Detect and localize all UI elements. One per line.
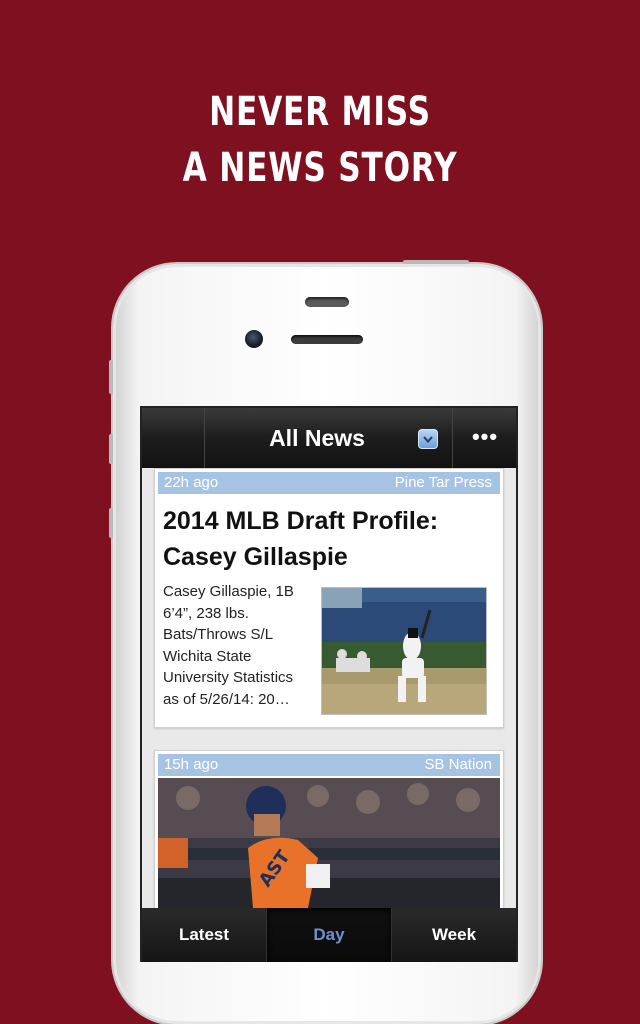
news-feed[interactable]: 22h ago Pine Tar Press 2014 MLB Draft Pr… bbox=[142, 468, 516, 932]
nav-title[interactable]: All News bbox=[242, 425, 392, 452]
promo-headline: NEVER MISS A NEWS STORY bbox=[70, 84, 569, 196]
story-meta-bar: 15h ago SB Nation bbox=[158, 754, 500, 776]
story-summary: Casey Gillaspie, 1B 6’4”, 238 lbs. Bats/… bbox=[163, 583, 294, 708]
story-card[interactable]: 15h ago SB Nation AST bbox=[154, 750, 504, 932]
story-age: 15h ago bbox=[164, 756, 219, 773]
front-camera bbox=[245, 330, 263, 348]
story-meta-bar: 22h ago Pine Tar Press bbox=[158, 472, 500, 494]
story-title[interactable]: 2014 MLB Draft Profile: Casey Gillaspie bbox=[163, 503, 493, 575]
tab-latest[interactable]: Latest bbox=[142, 908, 267, 962]
promo-line-2: A NEWS STORY bbox=[182, 145, 458, 191]
mute-switch bbox=[109, 360, 113, 394]
chevron-down-icon[interactable] bbox=[418, 429, 438, 449]
more-options-button[interactable]: ••• bbox=[454, 424, 516, 450]
top-speaker bbox=[305, 297, 349, 307]
tab-day[interactable]: Day bbox=[267, 908, 392, 962]
navigation-bar: All News ••• bbox=[142, 408, 516, 468]
volume-up-button bbox=[109, 434, 113, 464]
power-button bbox=[403, 260, 469, 264]
story-source[interactable]: SB Nation bbox=[424, 754, 492, 776]
nav-divider bbox=[452, 408, 453, 468]
promo-line-1: NEVER MISS bbox=[209, 89, 431, 135]
story-card[interactable]: 22h ago Pine Tar Press 2014 MLB Draft Pr… bbox=[154, 468, 504, 728]
earpiece bbox=[291, 335, 363, 344]
tab-bar: Latest Day Week bbox=[142, 908, 516, 962]
story-age: 22h ago bbox=[164, 474, 219, 491]
tab-week[interactable]: Week bbox=[392, 908, 516, 962]
story-source[interactable]: Pine Tar Press bbox=[395, 472, 492, 494]
story-thumbnail[interactable] bbox=[321, 587, 487, 715]
app-screen: All News ••• 22h ago Pine Tar Press 2014… bbox=[140, 406, 518, 962]
volume-down-button bbox=[109, 508, 113, 538]
nav-left-slot bbox=[142, 408, 205, 468]
story-hero-image[interactable]: AST bbox=[158, 778, 500, 918]
